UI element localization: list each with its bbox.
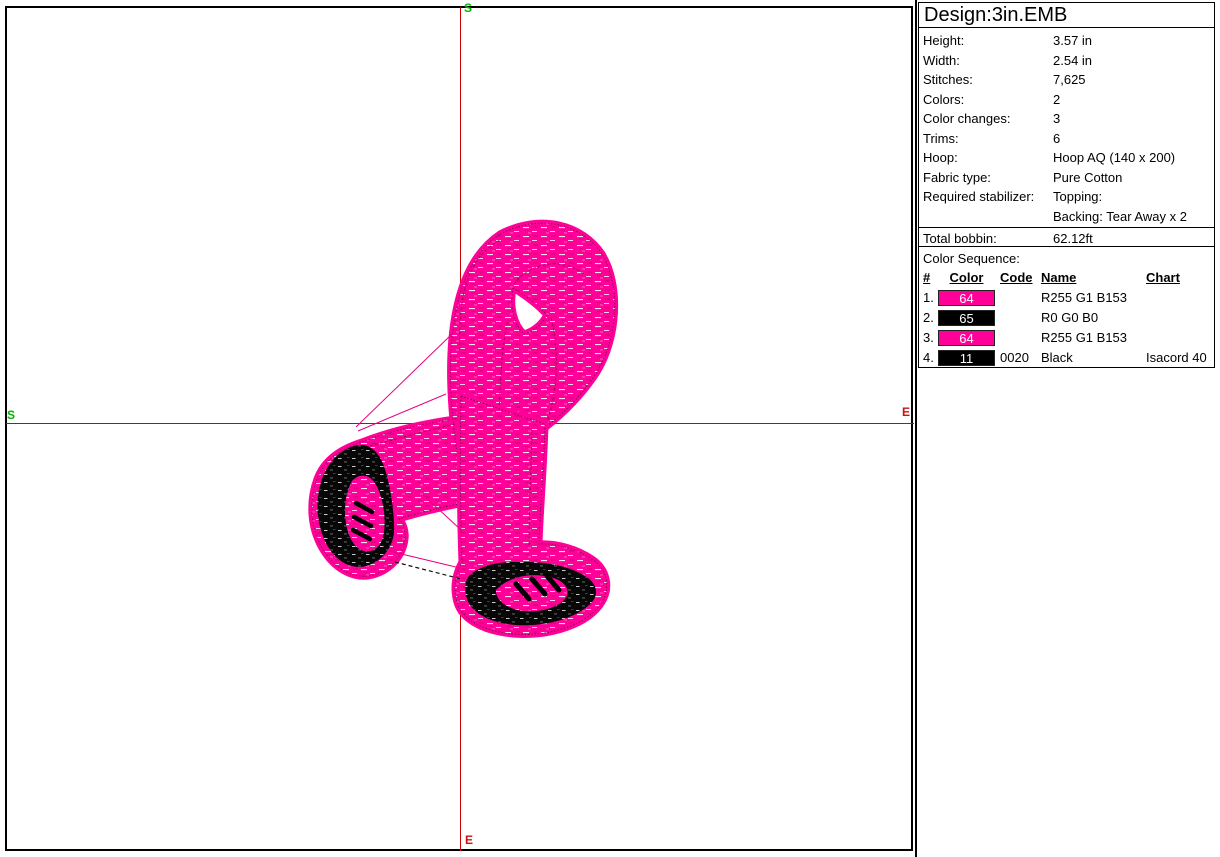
info-row: Stitches:7,625 [919,70,1214,90]
color-sequence-row: 1. 64 R255 G1 B153 [919,288,1214,308]
embroidery-viewer-window: S S E E [0,0,1220,857]
info-row: Required stabilizer:Topping: [919,187,1214,207]
info-row: Color changes:3 [919,109,1214,129]
thread-color-swatch[interactable]: 65 [938,310,995,326]
thread-color-swatch[interactable]: 64 [938,290,995,306]
color-sequence-section: Color Sequence: # Color Code Name Chart … [918,246,1215,368]
embroidery-design-preview[interactable] [300,213,630,645]
info-row: Fabric type:Pure Cotton [919,168,1214,188]
info-separator [919,227,1214,228]
color-sequence-title: Color Sequence: [919,249,1214,268]
design-title: Design:3in.EMB [918,2,1215,28]
color-sequence-row: 3. 64 R255 G1 B153 [919,328,1214,348]
ribbon-front-piece [455,396,607,634]
info-row: Colors:2 [919,90,1214,110]
design-info-panel: Design:3in.EMB Height:3.57 in Width:2.54… [915,0,1220,857]
end-marker-right: E [902,406,910,418]
info-row: Width:2.54 in [919,51,1214,71]
design-canvas[interactable]: S S E E [0,0,915,857]
color-sequence-row: 4. 11 0020 Black Isacord 40 [919,348,1214,368]
info-row: Hoop:Hoop AQ (140 x 200) [919,148,1214,168]
end-marker-bottom: E [465,834,473,846]
color-sequence-row: 2. 65 R0 G0 B0 [919,308,1214,328]
info-row: Height:3.57 in [919,31,1214,51]
start-marker-top: S [464,2,472,14]
info-row: Backing: Tear Away x 2 [919,207,1214,227]
design-properties: Height:3.57 in Width:2.54 in Stitches:7,… [918,27,1215,247]
info-row: Trims:6 [919,129,1214,149]
start-marker-left: S [7,409,15,421]
thread-color-swatch[interactable]: 11 [938,350,995,366]
color-sequence-header: # Color Code Name Chart [919,268,1214,288]
thread-color-swatch[interactable]: 64 [938,330,995,346]
